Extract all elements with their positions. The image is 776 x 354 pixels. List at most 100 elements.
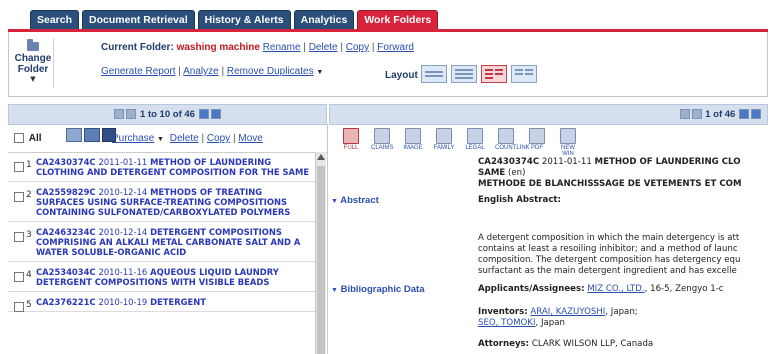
tab-document-retrieval[interactable]: Document Retrieval: [82, 10, 195, 30]
delete-folder-link[interactable]: Delete: [309, 42, 338, 53]
row-checkbox[interactable]: [14, 302, 24, 312]
inventor-link[interactable]: SEO, TOMOKI: [478, 318, 535, 328]
family-label: FAMILY: [433, 145, 455, 151]
separator: |: [371, 42, 375, 53]
result-id: CA2534034C: [36, 267, 96, 277]
scroll-thumb[interactable]: [317, 166, 325, 354]
english-abstract-heading: English Abstract:: [478, 195, 776, 206]
new-window-button[interactable]: NEW WIN: [557, 128, 579, 157]
layout-single-icon[interactable]: [421, 65, 447, 83]
next-page-icon[interactable]: [198, 109, 209, 120]
list-item[interactable]: 2 CA2559829C 2010-12-14 METHODS OF TREAT…: [8, 182, 315, 222]
left-pager: 1 to 10 of 46: [8, 104, 327, 125]
last-doc-icon[interactable]: [751, 109, 761, 120]
result-link[interactable]: CA2430374C 2011-01-11 METHOD OF LAUNDERI…: [36, 157, 311, 177]
legal-button[interactable]: LEGAL: [464, 128, 486, 157]
image-button[interactable]: IMAGE: [402, 128, 424, 157]
analyze-link[interactable]: Analyze: [183, 66, 219, 77]
applicants-label: Applicants/Assignees:: [478, 284, 585, 294]
result-date: 2010-11-16: [98, 267, 148, 277]
main-tabs: Search Document Retrieval History & Aler…: [30, 10, 439, 30]
list-item[interactable]: 5 CA2376221C 2010-10-19 DETERGENT: [8, 292, 315, 312]
first-page-icon[interactable]: [114, 109, 125, 120]
current-folder-label: Current Folder:: [101, 42, 174, 53]
attorneys-line: Attorneys: CLARK WILSON LLP, Canada: [478, 339, 776, 350]
result-id: CA2559829C: [36, 187, 96, 197]
result-link[interactable]: CA2559829C 2010-12-14 METHODS OF TREATIN…: [36, 187, 311, 217]
result-title: DETERGENT: [150, 297, 206, 307]
row-checkbox[interactable]: [14, 272, 24, 282]
change-folder-button[interactable]: Change Folder ▼: [13, 38, 54, 88]
copy-link[interactable]: Copy: [207, 133, 230, 144]
image-icon: [405, 128, 421, 144]
left-pager-text: 1 to 10 of 46: [140, 109, 195, 120]
row-checkbox[interactable]: [14, 162, 24, 172]
countlink-button[interactable]: COUNTLINK: [495, 128, 530, 157]
result-link[interactable]: CA2534034C 2010-11-16 AQUEOUS LIQUID LAU…: [36, 267, 311, 287]
select-all-checkbox[interactable]: [14, 133, 24, 144]
results-scrollbar[interactable]: [315, 152, 326, 354]
remove-duplicates-link[interactable]: Remove Duplicates: [227, 66, 314, 77]
inventor-link[interactable]: ARAI, KAZUYOSHI: [530, 307, 605, 317]
report-actions: Generate Report | Analyze | Remove Dupli…: [101, 66, 323, 77]
print-icon[interactable]: [84, 128, 100, 142]
row-checkbox[interactable]: [14, 232, 24, 242]
pane-divider: [327, 124, 328, 354]
email-icon[interactable]: [66, 128, 82, 142]
doc-title-line1: METHOD OF LAUNDERING CLO: [594, 157, 741, 167]
copy-folder-link[interactable]: Copy: [346, 42, 369, 53]
tab-history-alerts[interactable]: History & Alerts: [197, 10, 291, 30]
legal-label: LEGAL: [465, 145, 485, 151]
abstract-section-toggle[interactable]: ▼ Abstract: [331, 195, 379, 206]
row-number: 2: [26, 190, 32, 200]
tab-search[interactable]: Search: [30, 10, 80, 30]
bibliographic-section-toggle[interactable]: ▼ Bibliographic Data: [331, 284, 425, 295]
result-link[interactable]: CA2463234C 2010-12-14 DETERGENT COMPOSIT…: [36, 227, 311, 257]
full-text-button[interactable]: FULL: [340, 128, 362, 157]
purchase-link[interactable]: Purchase: [112, 133, 154, 144]
result-id: CA2430374C: [36, 157, 96, 167]
doc-id: CA2430374C: [478, 157, 540, 167]
document-title: CA2430374C 2011-01-11 METHOD OF LAUNDERI…: [478, 157, 776, 190]
layout-columns-icon[interactable]: [511, 65, 537, 83]
claims-button[interactable]: CLAIMS: [371, 128, 393, 157]
right-pager-text: 1 of 46: [705, 109, 736, 120]
inventors-label: Inventors:: [478, 307, 528, 317]
last-page-icon[interactable]: [210, 109, 221, 120]
pdf-icon: [529, 128, 545, 144]
next-doc-icon[interactable]: [739, 109, 749, 120]
rename-link[interactable]: Rename: [263, 42, 301, 53]
chevron-down-icon[interactable]: ▼: [316, 69, 323, 76]
prev-doc-icon[interactable]: [691, 109, 702, 120]
claims-icon: [374, 128, 390, 144]
right-pager: 1 of 46: [329, 104, 768, 125]
tab-analytics[interactable]: Analytics: [293, 10, 355, 30]
scroll-up-icon[interactable]: [317, 154, 325, 160]
applicant-link[interactable]: MIZ CO., LTD.: [587, 284, 644, 294]
claims-label: CLAIMS: [371, 145, 394, 151]
list-item[interactable]: 3 CA2463234C 2010-12-14 DETERGENT COMPOS…: [8, 222, 315, 262]
full-label: FULL: [343, 145, 359, 151]
generate-report-link[interactable]: Generate Report: [101, 66, 176, 77]
forward-link[interactable]: Forward: [377, 42, 414, 53]
delete-link[interactable]: Delete: [170, 133, 199, 144]
move-link[interactable]: Move: [238, 133, 262, 144]
chevron-down-icon[interactable]: ▼: [157, 136, 164, 143]
inventor-location: , Japan: [535, 318, 565, 328]
folder-icon: [27, 39, 39, 51]
layout-list-icon[interactable]: [451, 65, 477, 83]
first-doc-icon[interactable]: [679, 109, 690, 120]
tab-work-folders[interactable]: Work Folders: [357, 10, 439, 30]
row-checkbox[interactable]: [14, 192, 24, 202]
prev-page-icon[interactable]: [126, 109, 137, 120]
layout-split-icon[interactable]: [481, 65, 507, 83]
list-item[interactable]: 1 CA2430374C 2011-01-11 METHOD OF LAUNDE…: [8, 152, 315, 182]
list-item[interactable]: 4 CA2534034C 2010-11-16 AQUEOUS LIQUID L…: [8, 262, 315, 292]
english-abstract-label: English Abstract:: [478, 195, 561, 205]
applicant-address: , 16-5, Zengyo 1-c: [644, 284, 724, 294]
result-link[interactable]: CA2376221C 2010-10-19 DETERGENT: [36, 297, 311, 307]
change-folder-label: Change Folder: [14, 53, 52, 75]
pdf-button[interactable]: PDF: [526, 128, 548, 157]
family-button[interactable]: FAMILY: [433, 128, 455, 157]
chevron-down-icon: ▼: [331, 287, 338, 294]
